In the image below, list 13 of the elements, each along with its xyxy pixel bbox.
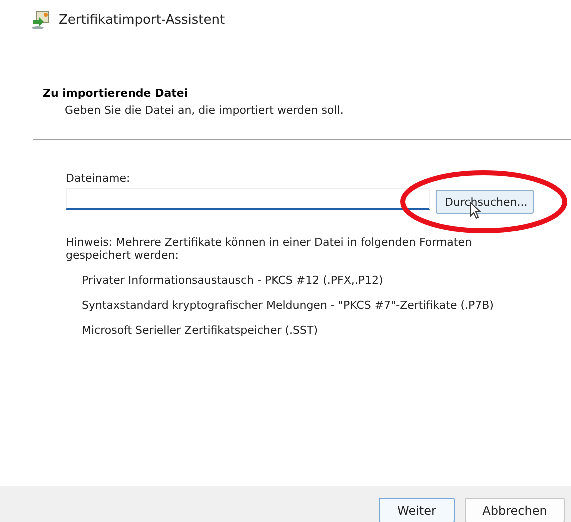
format-item: Privater Informationsaustausch - PKCS #12 (.PFX,.P12) (82, 274, 384, 287)
page-heading: Zu importierende Datei (43, 87, 190, 100)
browse-button[interactable]: Durchsuchen... (436, 190, 534, 214)
format-item: Syntaxstandard kryptografischer Meldungen - "PKCS #7"-Zertifikate (.P7B) (82, 299, 495, 312)
page-subtitle: Geben Sie die Datei an, die importiert werden soll. (64, 103, 345, 117)
field-label: Dateiname: (66, 172, 132, 185)
certificate-icon (31, 10, 51, 30)
format-item: Microsoft Serieller Zertifikatspeicher (.SST) (82, 324, 320, 337)
window-title: Zertifikatimport-Assistent (59, 12, 226, 28)
dialog-button[interactable]: Weiter (379, 498, 455, 522)
filename-field[interactable] (66, 188, 430, 210)
note-text: Hinweis: Mehrere Zertifikate können in einer Datei in folgenden Formaten gespeichert werden: (66, 236, 473, 262)
dialog-button[interactable]: Abbrechen (465, 498, 565, 522)
